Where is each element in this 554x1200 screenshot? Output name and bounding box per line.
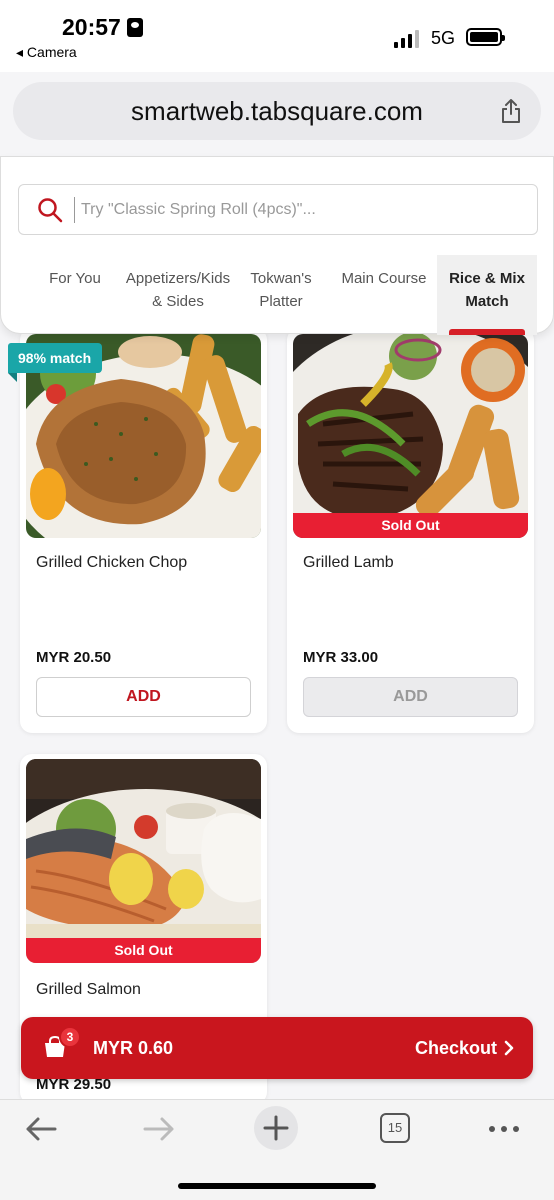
search-divider: [74, 197, 75, 223]
cart-total: MYR 0.60: [93, 1038, 174, 1058]
sold-out-label: Sold Out: [26, 938, 261, 963]
more-options-icon[interactable]: [488, 1125, 520, 1133]
home-indicator: [178, 1183, 376, 1189]
search-bar[interactable]: [18, 184, 538, 235]
grilled-salmon-image: Sold Out: [26, 759, 261, 963]
grilled-lamb-image: Sold Out: [293, 334, 528, 538]
tabs-button[interactable]: 15: [380, 1113, 410, 1143]
search-input[interactable]: [81, 193, 521, 227]
checkout-button[interactable]: Checkout: [415, 1038, 497, 1059]
cellular-signal-icon: [394, 30, 419, 48]
plus-icon: [263, 1115, 289, 1141]
sold-out-label: Sold Out: [293, 513, 528, 538]
back-arrow-icon[interactable]: [24, 1114, 58, 1144]
category-tabs: For You Appetizers/Kids & Sides Tokwan's…: [1, 255, 554, 335]
new-tab-button[interactable]: [254, 1106, 298, 1150]
tab-appetizers[interactable]: Appetizers/Kids & Sides: [123, 255, 233, 313]
add-button[interactable]: ADD: [36, 677, 251, 717]
share-icon[interactable]: [499, 98, 523, 124]
url-text[interactable]: smartweb.tabsquare.com: [13, 82, 541, 140]
item-name: Grilled Salmon: [36, 981, 141, 998]
tab-tokwans-platter[interactable]: Tokwan's Platter: [239, 255, 323, 313]
status-bar: 20:57 ◂ Camera 5G: [0, 0, 554, 72]
tab-main-course[interactable]: Main Course: [334, 255, 434, 290]
network-type: 5G: [431, 28, 456, 48]
back-to-camera-link[interactable]: ◂ Camera: [16, 44, 77, 61]
item-price: MYR 33.00: [303, 649, 379, 666]
address-bar[interactable]: smartweb.tabsquare.com: [13, 82, 541, 140]
chevron-right-icon: [504, 1040, 514, 1056]
checkout-bar[interactable]: 3 MYR 0.60 Checkout: [21, 1017, 533, 1079]
tab-for-you[interactable]: For You: [20, 255, 130, 290]
tab-rice-mix-match[interactable]: Rice & Mix Match: [437, 255, 537, 335]
tab-count: 15: [387, 1120, 403, 1135]
item-name: Grilled Chicken Chop: [36, 554, 188, 571]
item-name: Grilled Lamb: [303, 554, 394, 571]
contact-card-icon: [126, 18, 143, 37]
menu-item-card[interactable]: Grilled Chicken Chop MYR 20.50 ADD: [20, 328, 267, 733]
forward-arrow-icon[interactable]: [142, 1114, 176, 1144]
menu-header: For You Appetizers/Kids & Sides Tokwan's…: [0, 156, 554, 335]
match-badge: 98% match: [8, 343, 102, 382]
clock: 20:57: [62, 14, 143, 41]
battery-icon: [466, 28, 505, 46]
cart-count-badge: 3: [59, 1026, 81, 1048]
search-icon: [38, 198, 63, 223]
item-price: MYR 20.50: [36, 649, 112, 666]
add-button[interactable]: ADD: [303, 677, 518, 717]
menu-item-card[interactable]: Sold Out Grilled Lamb MYR 33.00 ADD: [287, 328, 534, 733]
clock-time: 20:57: [62, 14, 121, 40]
